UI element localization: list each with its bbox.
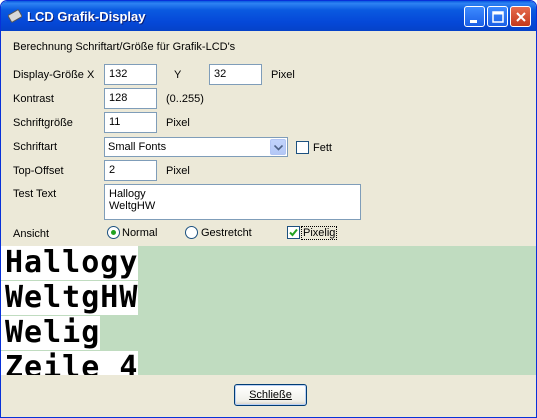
display-size-label: Display-Größe X [13, 69, 95, 81]
font-size-label: Schriftgröße [13, 117, 73, 129]
close-icon [516, 12, 526, 22]
display-size-unit: Pixel [271, 69, 295, 81]
contrast-label: Kontrast [13, 93, 54, 105]
close-window-button[interactable] [510, 6, 531, 27]
font-select[interactable]: Small Fonts [104, 137, 288, 157]
font-select-value: Small Fonts [108, 141, 167, 153]
font-label: Schriftart [13, 141, 58, 153]
display-y-input[interactable]: 32 [209, 64, 262, 85]
font-size-unit: Pixel [166, 117, 190, 129]
view-stretched-radio[interactable] [185, 226, 198, 239]
display-y-label: Y [174, 69, 182, 81]
view-normal-label: Normal [122, 227, 158, 239]
view-stretched-label: Gestretcht [201, 227, 252, 239]
preview-line-4: Zeile 4 [1, 351, 139, 375]
close-button[interactable]: Schließe [234, 384, 307, 406]
top-offset-label: Top-Offset [13, 165, 64, 177]
check-icon [289, 228, 298, 237]
chevron-down-icon [274, 145, 283, 151]
display-x-input[interactable]: 132 [104, 64, 157, 85]
test-text-line-2: WeltgHW [109, 200, 156, 212]
view-normal-radio[interactable] [107, 226, 120, 239]
lcd-preview: Hallogy WeltgHW Welig Zeile 4 [1, 246, 536, 375]
lcd-window: LCD Grafik-Display Berechnung Schriftart… [0, 0, 537, 418]
preview-line-1: Hallogy [1, 246, 139, 280]
top-offset-input[interactable]: 2 [104, 160, 157, 181]
bold-label: Fett [313, 142, 332, 154]
font-select-dropdown-button[interactable] [270, 139, 286, 155]
top-offset-unit: Pixel [166, 165, 190, 177]
maximize-icon [492, 11, 504, 23]
title-bar[interactable]: LCD Grafik-Display [1, 1, 536, 31]
minimize-button[interactable] [464, 6, 485, 27]
test-text-line-1: Hallogy [109, 188, 146, 200]
maximize-button[interactable] [487, 6, 508, 27]
heading-text: Berechnung Schriftart/Größe für Grafik-L… [13, 41, 236, 53]
font-size-input[interactable]: 11 [104, 112, 157, 133]
minimize-icon [470, 20, 477, 23]
test-text-input[interactable]: Hallogy WeltgHW [104, 184, 361, 220]
app-icon [8, 9, 22, 23]
contrast-input[interactable]: 128 [104, 88, 157, 109]
preview-line-2: WeltgHW [1, 281, 139, 315]
contrast-range-hint: (0..255) [166, 93, 204, 105]
preview-line-3: Welig [1, 316, 101, 350]
window-title: LCD Grafik-Display [27, 9, 146, 24]
test-text-label: Test Text [13, 188, 57, 200]
radio-selected-dot [111, 230, 116, 235]
view-pixel-checkbox[interactable] [287, 226, 300, 239]
view-label: Ansicht [13, 228, 50, 240]
bold-checkbox[interactable] [296, 141, 309, 154]
view-pixel-label: Pixelig [301, 226, 338, 240]
